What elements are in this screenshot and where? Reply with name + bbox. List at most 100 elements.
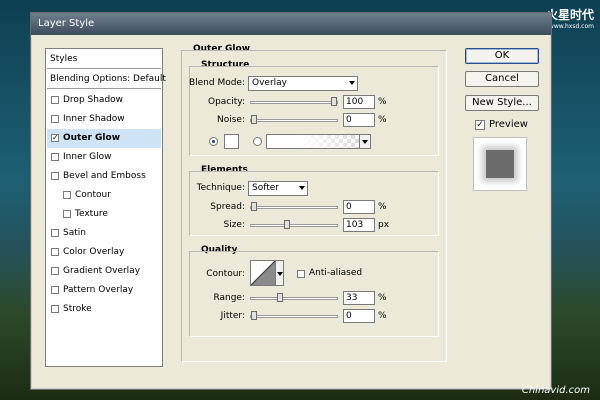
gradient-picker[interactable] <box>266 134 371 149</box>
texture-label: Texture <box>75 209 108 219</box>
opacity-unit: % <box>378 97 387 107</box>
style-item-stroke[interactable]: Stroke <box>47 300 161 319</box>
style-item-drop-shadow[interactable]: Drop Shadow <box>47 91 161 110</box>
spread-label: Spread: <box>210 202 245 212</box>
chevron-down-icon <box>299 186 305 190</box>
range-unit: % <box>378 293 387 303</box>
gradient-radio[interactable] <box>253 137 262 146</box>
ok-button[interactable]: OK <box>465 48 539 64</box>
spread-unit: % <box>378 202 387 212</box>
size-unit: px <box>378 220 390 230</box>
spread-input[interactable]: 0 <box>343 200 375 214</box>
size-label: Size: <box>223 220 245 230</box>
opacity-input[interactable]: 100 <box>343 95 375 109</box>
styles-list: Styles Blending Options: Default Drop Sh… <box>45 48 166 367</box>
noise-slider-thumb[interactable] <box>251 115 257 124</box>
noise-unit: % <box>378 115 387 125</box>
drop-shadow-label: Drop Shadow <box>63 95 124 105</box>
glow-color-swatch[interactable] <box>224 134 239 149</box>
solid-color-radio[interactable] <box>209 137 218 146</box>
size-input[interactable]: 103 <box>343 218 375 232</box>
jitter-unit: % <box>378 311 387 321</box>
chinavid-watermark: Chinavid.com <box>521 385 590 396</box>
style-item-bevel-emboss[interactable]: Bevel and Emboss <box>47 167 161 186</box>
noise-label: Noise: <box>217 115 245 125</box>
contour-curve-icon <box>250 260 276 286</box>
dialog-title: Layer Style <box>38 18 95 29</box>
style-item-satin[interactable]: Satin <box>47 224 161 243</box>
noise-slider[interactable] <box>250 115 338 124</box>
dialog-titlebar[interactable]: Layer Style <box>31 13 551 35</box>
technique-select[interactable]: Softer <box>248 181 308 196</box>
contour-checkbox[interactable] <box>63 191 71 199</box>
chevron-down-icon <box>277 272 283 276</box>
style-item-gradient-overlay[interactable]: Gradient Overlay <box>47 262 161 281</box>
range-label: Range: <box>213 293 245 303</box>
preview-swatch <box>486 150 514 178</box>
style-item-contour[interactable]: Contour <box>47 186 161 205</box>
size-slider-thumb[interactable] <box>284 220 290 229</box>
contour-preview[interactable] <box>250 260 276 286</box>
opacity-slider-thumb[interactable] <box>331 97 337 106</box>
drop-shadow-checkbox[interactable] <box>51 96 59 104</box>
contour-label: Contour <box>75 190 111 200</box>
color-overlay-checkbox[interactable] <box>51 248 59 256</box>
site-logo: 火星时代 www.hxsd.com <box>546 6 594 30</box>
preview-checkbox[interactable]: ✓ <box>475 120 485 130</box>
blend-mode-label: Blend Mode: <box>188 78 245 88</box>
blending-options-label: Blending Options: Default <box>50 74 166 84</box>
inner-glow-label: Inner Glow <box>63 152 112 162</box>
cancel-button[interactable]: Cancel <box>465 71 539 87</box>
jitter-slider[interactable] <box>250 311 338 320</box>
technique-label: Technique: <box>196 183 245 193</box>
jitter-label: Jitter: <box>220 311 245 321</box>
chevron-down-icon <box>349 81 355 85</box>
style-item-inner-glow[interactable]: Inner Glow <box>47 148 161 167</box>
contour-dropdown-button[interactable] <box>276 260 284 286</box>
satin-label: Satin <box>63 228 86 238</box>
technique-value: Softer <box>252 183 279 193</box>
contour-label: Contour: <box>206 269 245 279</box>
opacity-slider[interactable] <box>250 97 338 106</box>
outer-glow-label: Outer Glow <box>63 133 121 143</box>
blending-options-item[interactable]: Blending Options: Default <box>47 70 166 89</box>
bevel-emboss-checkbox[interactable] <box>51 172 59 180</box>
texture-checkbox[interactable] <box>63 210 71 218</box>
anti-aliased-label: Anti-aliased <box>309 268 363 278</box>
layer-style-dialog: Layer Style Styles Blending Options: Def… <box>30 12 552 390</box>
range-slider[interactable] <box>250 293 338 302</box>
anti-aliased-checkbox[interactable] <box>297 270 305 278</box>
logo-url: www.hxsd.com <box>548 23 594 30</box>
spread-slider[interactable] <box>250 202 338 211</box>
blend-mode-select[interactable]: Overlay <box>248 76 358 91</box>
outer-glow-checkbox[interactable]: ✓ <box>51 134 59 142</box>
noise-input[interactable]: 0 <box>343 113 375 127</box>
inner-glow-checkbox[interactable] <box>51 153 59 161</box>
inner-shadow-checkbox[interactable] <box>51 115 59 123</box>
pattern-overlay-checkbox[interactable] <box>51 286 59 294</box>
opacity-label: Opacity: <box>208 97 245 107</box>
style-item-texture[interactable]: Texture <box>47 205 161 224</box>
range-slider-thumb[interactable] <box>277 293 283 302</box>
size-slider[interactable] <box>250 220 338 229</box>
jitter-input[interactable]: 0 <box>343 309 375 323</box>
style-item-outer-glow[interactable]: ✓ Outer Glow <box>47 129 161 148</box>
satin-checkbox[interactable] <box>51 229 59 237</box>
preview-label: Preview <box>489 119 528 130</box>
gradient-dropdown-button[interactable] <box>359 135 370 148</box>
stroke-checkbox[interactable] <box>51 305 59 313</box>
blend-mode-value: Overlay <box>252 78 287 88</box>
chevron-down-icon <box>362 140 368 144</box>
jitter-slider-thumb[interactable] <box>251 311 257 320</box>
spread-slider-thumb[interactable] <box>251 202 257 211</box>
range-input[interactable]: 33 <box>343 291 375 305</box>
style-item-pattern-overlay[interactable]: Pattern Overlay <box>47 281 161 300</box>
gradient-overlay-checkbox[interactable] <box>51 267 59 275</box>
gradient-overlay-label: Gradient Overlay <box>63 266 141 276</box>
styles-header[interactable]: Styles <box>47 50 161 69</box>
style-item-inner-shadow[interactable]: Inner Shadow <box>47 110 161 129</box>
inner-shadow-label: Inner Shadow <box>63 114 125 124</box>
new-style-button[interactable]: New Style... <box>465 95 539 111</box>
preview-thumbnail <box>473 137 527 191</box>
style-item-color-overlay[interactable]: Color Overlay <box>47 243 161 262</box>
